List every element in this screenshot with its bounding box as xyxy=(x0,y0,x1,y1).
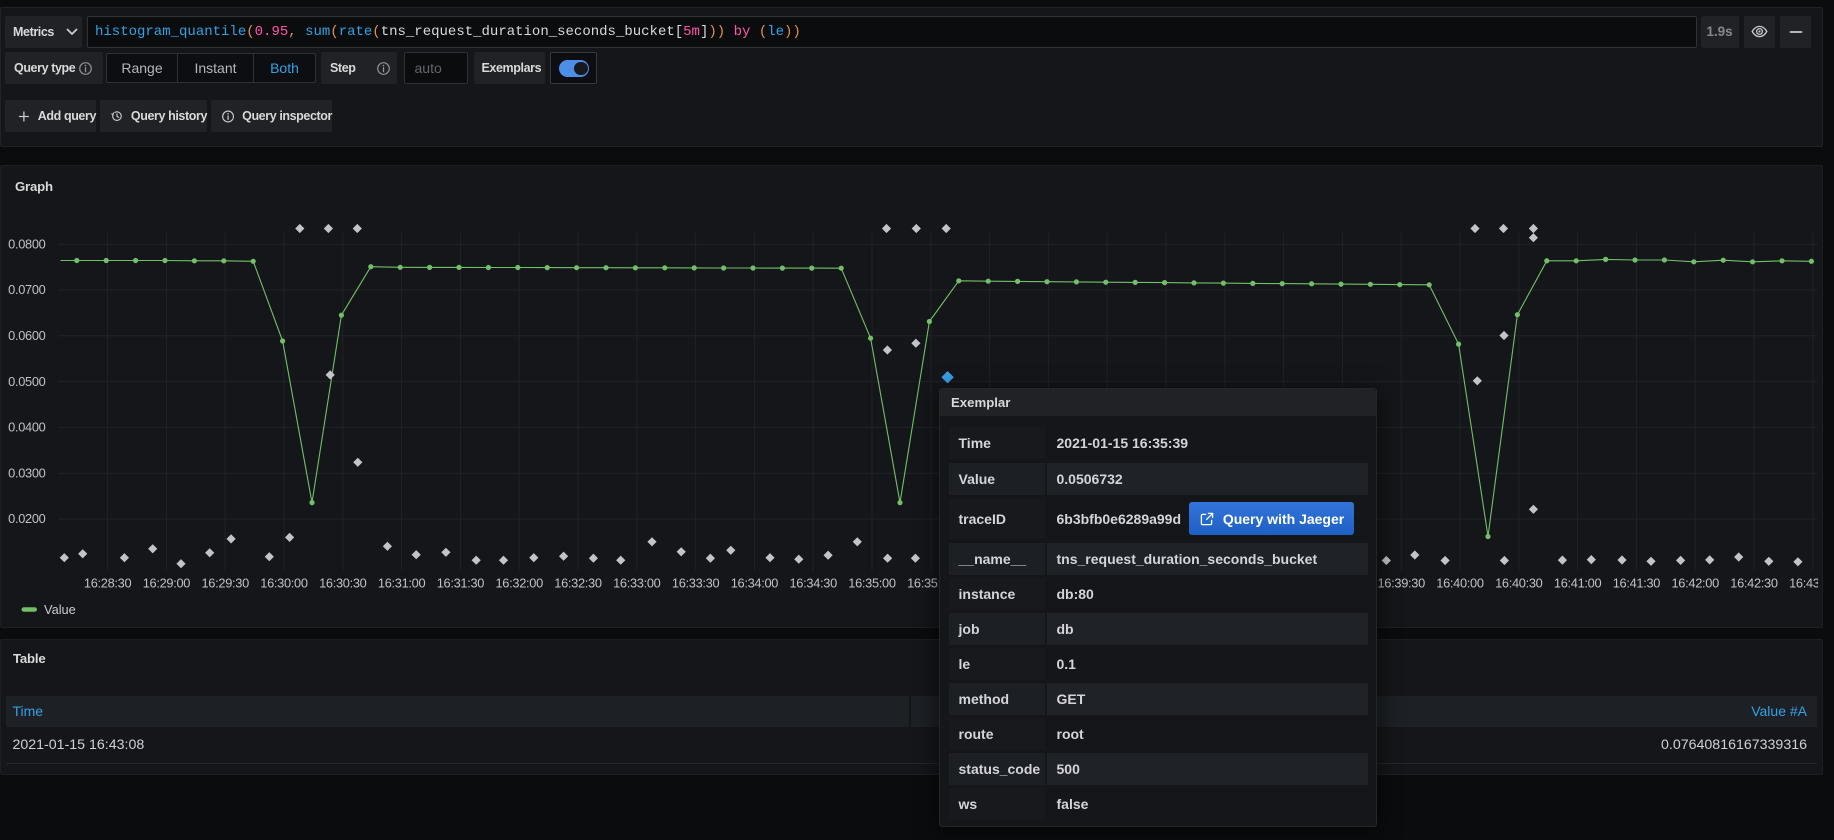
svg-text:0.0700: 0.0700 xyxy=(8,282,46,297)
svg-text:0.0800: 0.0800 xyxy=(8,236,46,251)
svg-text:16:43:00: 16:43:00 xyxy=(1789,576,1818,591)
svg-text:16:31:30: 16:31:30 xyxy=(437,576,485,591)
svg-text:16:33:30: 16:33:30 xyxy=(672,576,720,591)
svg-text:16:35:00: 16:35:00 xyxy=(848,576,896,591)
svg-text:16:32:30: 16:32:30 xyxy=(554,576,602,591)
svg-text:16:31:00: 16:31:00 xyxy=(378,576,426,591)
svg-text:0.0200: 0.0200 xyxy=(8,511,46,526)
svg-text:0.0600: 0.0600 xyxy=(8,328,46,343)
svg-text:16:28:30: 16:28:30 xyxy=(84,576,132,591)
svg-text:0.0400: 0.0400 xyxy=(8,420,46,435)
svg-text:16:32:00: 16:32:00 xyxy=(495,576,543,591)
svg-text:Value: Value xyxy=(44,602,76,617)
svg-text:16:40:00: 16:40:00 xyxy=(1436,576,1484,591)
svg-text:16:29:30: 16:29:30 xyxy=(201,576,249,591)
svg-text:16:39:30: 16:39:30 xyxy=(1377,576,1425,591)
svg-text:16:42:00: 16:42:00 xyxy=(1671,576,1719,591)
svg-text:16:41:00: 16:41:00 xyxy=(1554,576,1602,591)
svg-text:16:42:30: 16:42:30 xyxy=(1730,576,1778,591)
svg-text:16:30:30: 16:30:30 xyxy=(319,576,367,591)
svg-text:16:41:30: 16:41:30 xyxy=(1613,576,1661,591)
svg-text:16:40:30: 16:40:30 xyxy=(1495,576,1543,591)
svg-text:0.0300: 0.0300 xyxy=(8,465,46,480)
svg-text:16:30:00: 16:30:00 xyxy=(260,576,308,591)
svg-text:16:34:00: 16:34:00 xyxy=(731,576,779,591)
svg-text:0.0500: 0.0500 xyxy=(8,374,46,389)
svg-text:16:34:30: 16:34:30 xyxy=(789,576,837,591)
svg-text:16:29:00: 16:29:00 xyxy=(143,576,191,591)
svg-text:16:33:00: 16:33:00 xyxy=(613,576,661,591)
